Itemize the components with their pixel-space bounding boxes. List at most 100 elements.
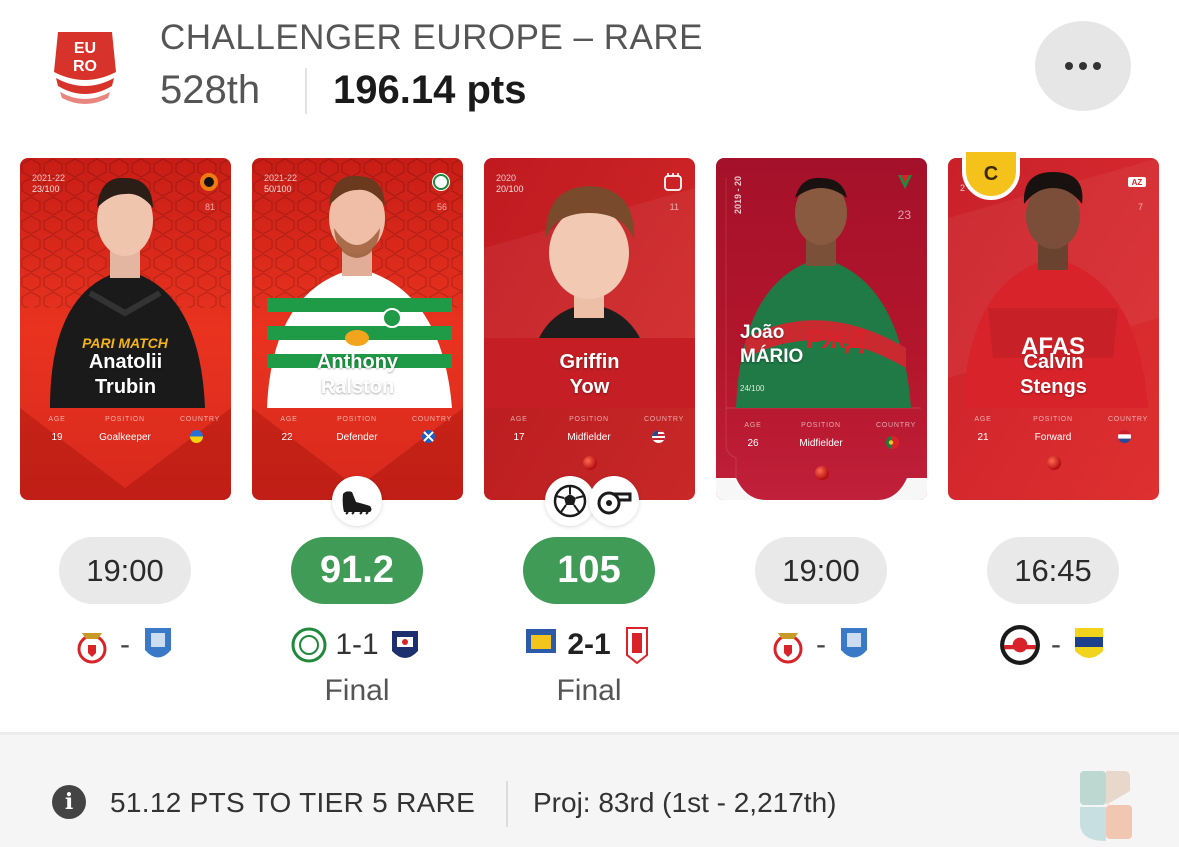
match-status: Final: [324, 674, 390, 707]
standard-liege-crest-icon: [625, 627, 648, 665]
score-pill[interactable]: 91.2: [291, 537, 423, 604]
stat-age-label: AGE: [744, 422, 762, 429]
benfica-crest-icon: [773, 633, 803, 664]
belenenses-crest-icon: [145, 628, 171, 658]
kickoff-time-pill[interactable]: 16:45: [987, 537, 1119, 604]
score-pill[interactable]: 105: [523, 537, 655, 604]
match-separator: -: [120, 628, 130, 661]
card-stats: AGE POSITION COUNTRY 17 Midfielder: [484, 416, 695, 456]
stat-country-label: COUNTRY: [411, 416, 453, 423]
match-benfica-vs-belenenses[interactable]: -: [726, 622, 916, 668]
player-last-name: Stengs: [1020, 376, 1087, 398]
player-photo: РЖД: [736, 177, 911, 408]
stat-age-label: AGE: [48, 416, 66, 423]
rarity-gem-icon: [1046, 456, 1061, 470]
points-value: 196.14 pts: [333, 68, 527, 112]
match-status: Final: [556, 674, 622, 707]
rank-value: 528th: [160, 68, 261, 112]
rarity-gem-icon: [814, 466, 829, 480]
kilmarnock-crest-icon: [391, 631, 418, 658]
match-feyenoord-vs-rkc[interactable]: -: [958, 622, 1148, 668]
player-last-name: Yow: [569, 376, 610, 398]
card-stats: AGE POSITION COUNTRY 22 Defender: [252, 416, 463, 456]
logo-text-bottom: RO: [73, 58, 97, 75]
belenenses-crest-icon: [841, 628, 867, 658]
match-result: 2-1: [567, 628, 611, 661]
match-celtic-vs-kilmarnock[interactable]: 1-1: [262, 622, 452, 668]
lineup-screen: EU RO CHALLENGER EUROPE – RARE 528th 196…: [0, 0, 1179, 847]
player-first-name: João: [740, 322, 785, 343]
stat-age: 19: [51, 432, 63, 443]
stat-position: Midfielder: [567, 432, 611, 443]
goal-and-whistle-badges: [545, 476, 641, 526]
rkc-waalwijk-crest-icon: [1075, 628, 1103, 658]
player-card-stengs[interactable]: 2 AZ 7 AFAS Calvin Stengs AGE POSITION C…: [948, 158, 1159, 500]
match-benfica-vs-belenenses[interactable]: -: [30, 622, 220, 668]
stat-country-label: COUNTRY: [179, 416, 221, 423]
boot-icon: [342, 491, 372, 515]
whistle-icon: [597, 491, 632, 515]
assist-badge: [332, 476, 382, 526]
player-card-trubin[interactable]: 2021-22 23/100 81 PARI MATCH Anatolii Tr…: [20, 158, 231, 500]
stat-age: 17: [513, 432, 525, 443]
stat-country-label: COUNTRY: [875, 422, 917, 429]
soccer-ball-icon: [553, 484, 587, 518]
player-first-name: Calvin: [1023, 351, 1084, 373]
match-result: 1-1: [335, 628, 379, 661]
stat-age-label: AGE: [280, 416, 298, 423]
stat-position-label: POSITION: [105, 416, 145, 423]
stat-age-label: AGE: [974, 416, 992, 423]
stat-position: Goalkeeper: [99, 432, 151, 443]
stat-age: 21: [977, 432, 989, 443]
netherlands-flag-icon: [1118, 430, 1131, 443]
more-options-button[interactable]: [1035, 21, 1131, 111]
projection-text: Proj: 83rd (1st - 2,217th): [533, 787, 837, 818]
player-last-name: MÁRIO: [740, 346, 804, 367]
competition-title: CHALLENGER EUROPE – RARE: [160, 18, 703, 57]
celtic-crest-icon: [291, 627, 327, 663]
player-card-joao-mario[interactable]: 2019 - 20 23 РЖД João MÁRIO 24/100 AGE P…: [716, 158, 927, 500]
kickoff-time-pill[interactable]: 19:00: [59, 537, 191, 604]
player-card-ralston[interactable]: 2021-22 50/100 56 Anthony Ralston AGE PO…: [252, 158, 463, 500]
match-separator: -: [1051, 628, 1061, 661]
player-first-name: Anatolii: [88, 351, 163, 373]
card-serial: 24/100: [740, 384, 765, 393]
card-stats: AGE POSITION COUNTRY 26 Midfielder: [716, 422, 927, 462]
stat-age: 26: [747, 438, 759, 449]
stat-age-label: AGE: [510, 416, 528, 423]
whistle-badge: [589, 476, 639, 526]
shirt-sponsor: PARI MATCH: [82, 335, 169, 351]
usa-flag-icon: [652, 430, 665, 443]
goal-badge: [545, 476, 595, 526]
competition-header: EU RO CHALLENGER EUROPE – RARE 528th 196…: [0, 0, 1179, 150]
stat-position: Defender: [336, 432, 378, 443]
match-separator: -: [816, 628, 826, 661]
rarity-gem-icon: [582, 456, 597, 470]
stat-position-label: POSITION: [569, 416, 609, 423]
sorare-logo-icon: [1080, 771, 1132, 841]
scotland-flag-icon: [422, 430, 435, 443]
header-divider: [305, 68, 307, 114]
more-dot-icon: [1079, 62, 1087, 70]
stat-age: 22: [281, 432, 293, 443]
player-last-name: Ralston: [320, 376, 395, 398]
card-stats: AGE POSITION COUNTRY 21 Forward: [948, 416, 1159, 456]
stat-position: Midfielder: [799, 438, 843, 449]
portugal-flag-icon: [886, 436, 899, 449]
tier-footer: i 51.12 PTS TO TIER 5 RARE Proj: 83rd (1…: [0, 735, 1179, 847]
tier-progress-text: 51.12 PTS TO TIER 5 RARE: [110, 787, 476, 818]
logo-text-top: EU: [74, 40, 96, 57]
stat-position-label: POSITION: [1033, 416, 1073, 423]
kickoff-time-pill[interactable]: 19:00: [755, 537, 887, 604]
stat-position-label: POSITION: [801, 422, 841, 429]
card-stats: AGE POSITION COUNTRY 19 Goalkeeper: [20, 416, 231, 456]
match-westerlo-vs-standard[interactable]: 2-1: [494, 622, 684, 668]
feyenoord-crest-icon: [1000, 625, 1040, 665]
player-card-yow[interactable]: 2020 20/100 11 Griffin Yow AGE POSITION …: [484, 158, 695, 500]
stat-country-label: COUNTRY: [643, 416, 685, 423]
more-dot-icon: [1093, 62, 1101, 70]
player-last-name: Trubin: [94, 376, 157, 398]
info-icon[interactable]: i: [52, 785, 86, 819]
stat-country-label: COUNTRY: [1107, 416, 1149, 423]
player-first-name: Anthony: [316, 351, 399, 373]
